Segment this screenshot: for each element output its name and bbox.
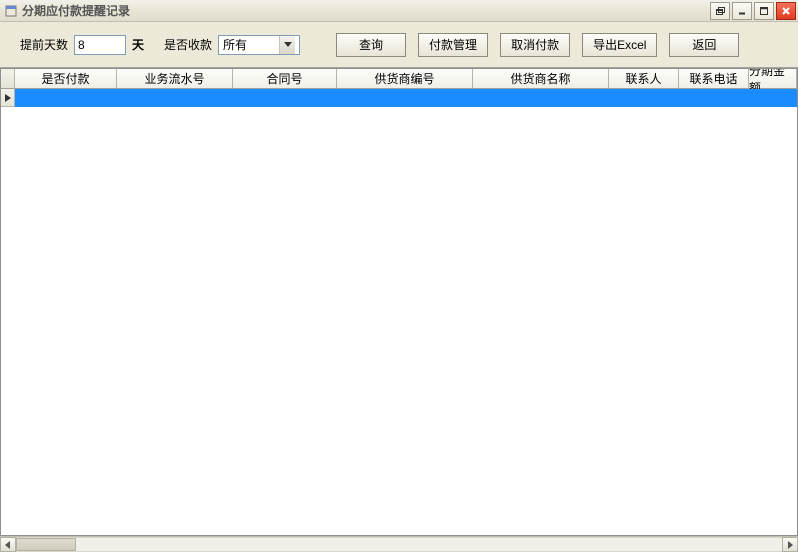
cell-contract_no bbox=[233, 89, 337, 107]
grid-header: 是否付款业务流水号合同号供货商编号供货商名称联系人联系电话分期金额 bbox=[1, 69, 797, 89]
is-received-label: 是否收款 bbox=[164, 36, 212, 53]
payment-management-button[interactable]: 付款管理 bbox=[418, 33, 488, 57]
table-row[interactable] bbox=[1, 89, 797, 107]
cancel-payment-button[interactable]: 取消付款 bbox=[500, 33, 570, 57]
filter-toolbar: 提前天数 天 是否收款 所有 查询 付款管理 取消付款 导出Excel 返回 bbox=[0, 22, 798, 68]
advance-days-label: 提前天数 bbox=[20, 36, 68, 53]
back-button[interactable]: 返回 bbox=[669, 33, 739, 57]
cell-is_paid bbox=[15, 89, 117, 107]
scroll-right-button[interactable] bbox=[782, 537, 798, 552]
row-indicator-header bbox=[1, 69, 15, 89]
is-received-value: 所有 bbox=[219, 36, 279, 53]
grid-body bbox=[1, 89, 797, 535]
cell-installment bbox=[749, 89, 797, 107]
chevron-down-icon bbox=[279, 36, 295, 54]
minimize-button[interactable] bbox=[732, 2, 752, 20]
advance-days-input[interactable] bbox=[74, 35, 126, 55]
scroll-left-button[interactable] bbox=[0, 537, 16, 552]
scrollbar-track[interactable] bbox=[16, 537, 782, 552]
column-header-phone[interactable]: 联系电话 bbox=[679, 69, 749, 89]
column-header-installment[interactable]: 分期金额 bbox=[749, 69, 797, 89]
export-excel-button[interactable]: 导出Excel bbox=[582, 33, 657, 57]
window-title: 分期应付款提醒记录 bbox=[22, 2, 130, 19]
cell-contact bbox=[609, 89, 679, 107]
column-header-contract_no[interactable]: 合同号 bbox=[233, 69, 337, 89]
cell-phone bbox=[679, 89, 749, 107]
cell-serial_no bbox=[117, 89, 233, 107]
column-header-serial_no[interactable]: 业务流水号 bbox=[117, 69, 233, 89]
cell-supplier_name bbox=[473, 89, 609, 107]
maximize-button[interactable] bbox=[754, 2, 774, 20]
titlebar: 分期应付款提醒记录 bbox=[0, 0, 798, 22]
is-received-select[interactable]: 所有 bbox=[218, 35, 300, 55]
close-button[interactable] bbox=[776, 2, 796, 20]
column-header-contact[interactable]: 联系人 bbox=[609, 69, 679, 89]
app-icon bbox=[4, 4, 18, 18]
scrollbar-thumb[interactable] bbox=[16, 538, 76, 551]
column-header-is_paid[interactable]: 是否付款 bbox=[15, 69, 117, 89]
window: 分期应付款提醒记录 提前天 bbox=[0, 0, 798, 552]
query-button[interactable]: 查询 bbox=[336, 33, 406, 57]
horizontal-scrollbar[interactable] bbox=[0, 536, 798, 552]
cell-supplier_code bbox=[337, 89, 473, 107]
data-grid: 是否付款业务流水号合同号供货商编号供货商名称联系人联系电话分期金额 bbox=[0, 68, 798, 536]
column-header-supplier_code[interactable]: 供货商编号 bbox=[337, 69, 473, 89]
row-indicator bbox=[1, 89, 15, 107]
restore-down-button[interactable] bbox=[710, 2, 730, 20]
column-header-supplier_name[interactable]: 供货商名称 bbox=[473, 69, 609, 89]
days-unit-label: 天 bbox=[132, 36, 144, 53]
